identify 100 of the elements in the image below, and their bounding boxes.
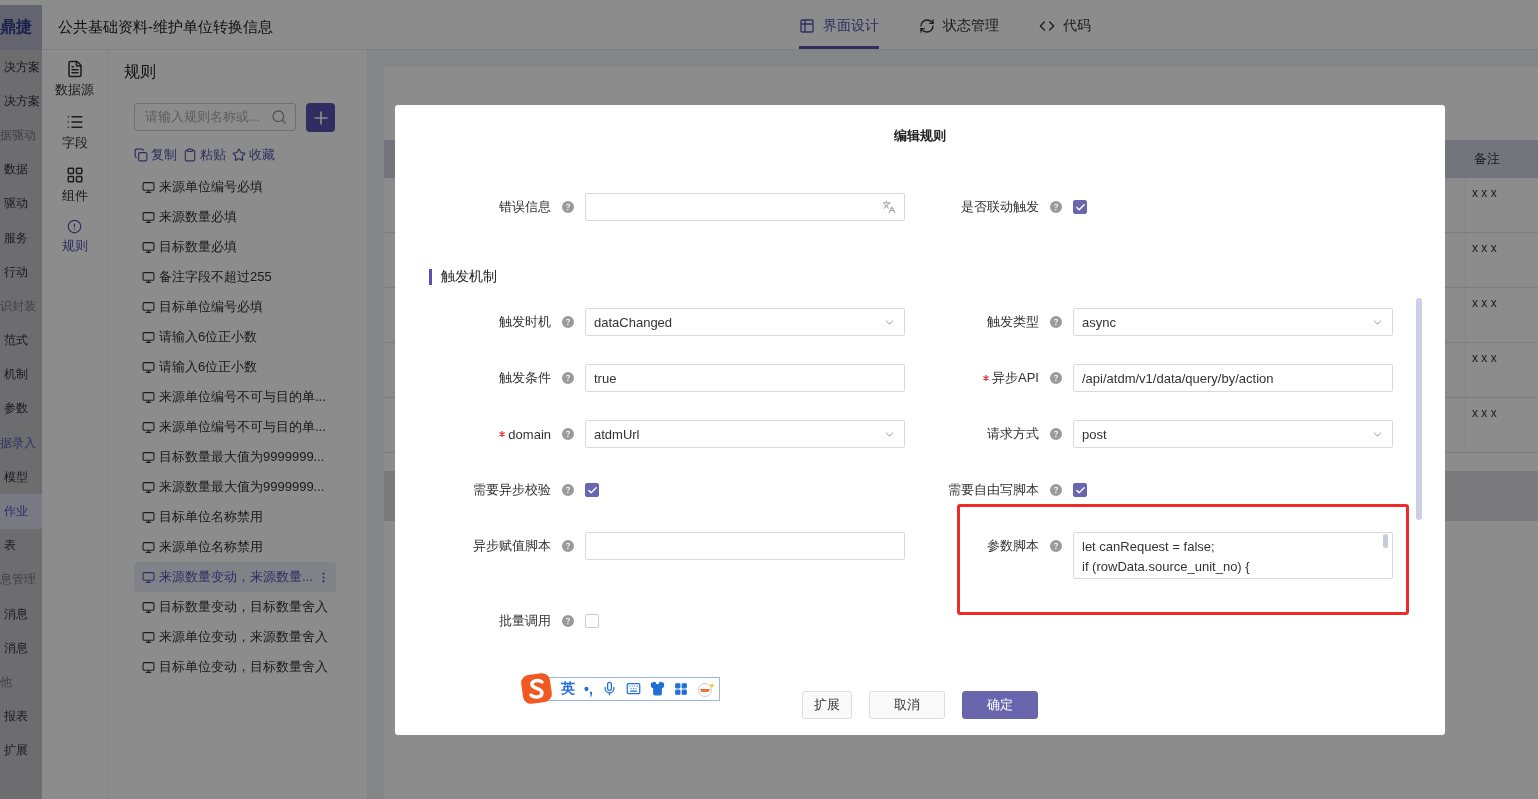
select-value: async xyxy=(1082,314,1116,330)
help-icon[interactable] xyxy=(1050,428,1062,440)
action-link[interactable]: 复制 xyxy=(134,146,177,164)
dialog-button[interactable]: 扩展 xyxy=(802,691,852,719)
help-icon[interactable] xyxy=(562,615,574,627)
rule-label: 请输入6位正小数 xyxy=(159,358,258,376)
monitor-icon xyxy=(142,630,155,644)
help-icon[interactable] xyxy=(1050,201,1062,213)
nav-item[interactable]: 数据 xyxy=(0,152,42,187)
document-icon xyxy=(65,60,84,78)
grid-icon[interactable] xyxy=(673,681,688,696)
rail-item[interactable]: 规则 xyxy=(61,219,88,255)
keyboard-icon[interactable] xyxy=(625,681,641,696)
nav-item[interactable]: 服务 xyxy=(0,220,42,256)
clipboard-icon xyxy=(183,148,197,162)
input-field[interactable]: true xyxy=(585,364,905,392)
checkbox[interactable] xyxy=(585,483,599,497)
nav-item[interactable]: 报表 xyxy=(0,699,42,734)
rail-item[interactable]: 组件 xyxy=(61,166,88,205)
rule-item[interactable]: 来源数量必填 xyxy=(134,202,336,232)
help-icon[interactable] xyxy=(562,428,574,440)
nav-item[interactable]: 参数 xyxy=(0,391,42,427)
rule-item[interactable]: 目标单位变动，目标数量舍入 xyxy=(134,652,336,682)
rule-item[interactable]: 来源数量最大值为9999999... xyxy=(134,472,336,502)
rule-item[interactable]: 目标单位名称禁用 xyxy=(134,502,336,532)
nav-item[interactable]: 范式 xyxy=(0,323,42,358)
table-cell: x x x xyxy=(1465,178,1538,232)
rule-item[interactable]: 目标单位编号必填 xyxy=(134,292,336,322)
action-link[interactable]: 粘贴 xyxy=(183,146,226,164)
rule-item[interactable]: 来源数量变动，来源数量... xyxy=(134,562,336,592)
help-icon[interactable] xyxy=(562,372,574,384)
dialog-button[interactable]: 取消 xyxy=(869,691,945,719)
scrollbar-thumb[interactable] xyxy=(1416,298,1422,520)
select-field[interactable]: async xyxy=(1073,308,1393,336)
checkbox[interactable] xyxy=(1073,483,1087,497)
tab[interactable]: 代码 xyxy=(1039,5,1091,49)
help-icon[interactable] xyxy=(562,540,574,552)
rail-item[interactable]: 字段 xyxy=(61,113,88,152)
action-link[interactable]: 收藏 xyxy=(232,146,275,164)
dialog-button[interactable]: 确定 xyxy=(962,691,1038,719)
nav-item[interactable]: 驱动 xyxy=(0,186,42,221)
nav-item[interactable]: 消息 xyxy=(0,631,42,666)
field-label: 触发时机 xyxy=(498,313,551,331)
rule-item[interactable]: 请输入6位正小数 xyxy=(134,352,336,382)
help-icon[interactable] xyxy=(562,484,574,496)
field-label: 异步API xyxy=(913,364,1039,392)
scrollbar-thumb[interactable] xyxy=(1383,534,1388,548)
help-icon[interactable] xyxy=(1050,372,1062,384)
nav-item[interactable]: 决方案 xyxy=(0,50,42,85)
rule-item[interactable]: 目标数量最大值为9999999... xyxy=(134,442,336,472)
nav-item[interactable]: 机制 xyxy=(0,357,42,392)
input-field[interactable] xyxy=(585,193,905,221)
required-mark-icon xyxy=(499,431,506,437)
rule-item[interactable]: 来源单位编号必填 xyxy=(134,172,336,202)
dialog-title: 编辑规则 xyxy=(893,127,947,145)
help-icon[interactable] xyxy=(1050,484,1062,496)
ime-mode[interactable]: 英 xyxy=(561,679,575,698)
add-button[interactable] xyxy=(306,103,335,132)
rule-item[interactable]: 目标数量必填 xyxy=(134,232,336,262)
translate-icon xyxy=(882,200,896,214)
microphone-icon[interactable] xyxy=(601,681,617,696)
star-icon xyxy=(232,148,246,162)
field-label: 批量调用 xyxy=(498,612,551,630)
field-label: 需要异步校验 xyxy=(472,481,551,499)
select-field[interactable]: post xyxy=(1073,420,1393,448)
rule-label: 目标数量变动，目标数量舍入 xyxy=(159,598,328,616)
nav-item[interactable]: 扩展 xyxy=(0,733,42,768)
mascot-icon[interactable] xyxy=(696,680,715,697)
tab[interactable]: 状态管理 xyxy=(919,5,999,49)
checkbox[interactable] xyxy=(1073,200,1087,214)
ime-punctuation[interactable]: •, xyxy=(584,680,593,697)
select-field[interactable]: atdmUrl xyxy=(585,420,905,448)
rule-item[interactable]: 来源单位编号不可与目的单... xyxy=(134,412,336,442)
help-icon[interactable] xyxy=(1050,540,1062,552)
rule-item[interactable]: 来源单位编号不可与目的单... xyxy=(134,382,336,412)
input-field[interactable]: /api/atdm/v1/data/query/by/action xyxy=(1073,364,1393,392)
help-icon[interactable] xyxy=(562,201,574,213)
section-title: 触发机制 xyxy=(441,268,497,286)
nav-item[interactable]: 行动 xyxy=(0,255,42,290)
monitor-icon xyxy=(142,450,155,464)
rule-item[interactable]: 来源单位名称禁用 xyxy=(134,532,336,562)
rule-item[interactable]: 备注字段不超过255 xyxy=(134,262,336,292)
rule-label: 备注字段不超过255 xyxy=(159,268,272,286)
code-field[interactable]: let canRequest = false; if (rowData.source_unit_no) { xyxy=(1073,532,1393,579)
rule-label: 来源单位编号不可与目的单... xyxy=(159,388,326,406)
rail-item[interactable]: 数据源 xyxy=(55,60,94,99)
select-field[interactable]: dataChanged xyxy=(585,308,905,336)
table-cell: x x x xyxy=(1465,288,1538,342)
nav-item[interactable]: 消息 xyxy=(0,597,42,632)
rule-item[interactable]: 请输入6位正小数 xyxy=(134,322,336,352)
help-icon[interactable] xyxy=(1050,316,1062,328)
list-icon xyxy=(65,113,84,131)
rule-item[interactable]: 来源单位变动，来源数量舍入 xyxy=(134,622,336,652)
rule-item[interactable]: 目标数量变动，目标数量舍入 xyxy=(134,592,336,622)
input-field[interactable] xyxy=(585,532,905,560)
nav-item[interactable]: 决方案 xyxy=(0,84,42,119)
help-icon[interactable] xyxy=(562,316,574,328)
monitor-icon xyxy=(142,570,155,584)
nav-item[interactable]: 作业 xyxy=(0,494,42,529)
shirt-icon[interactable] xyxy=(649,681,665,696)
